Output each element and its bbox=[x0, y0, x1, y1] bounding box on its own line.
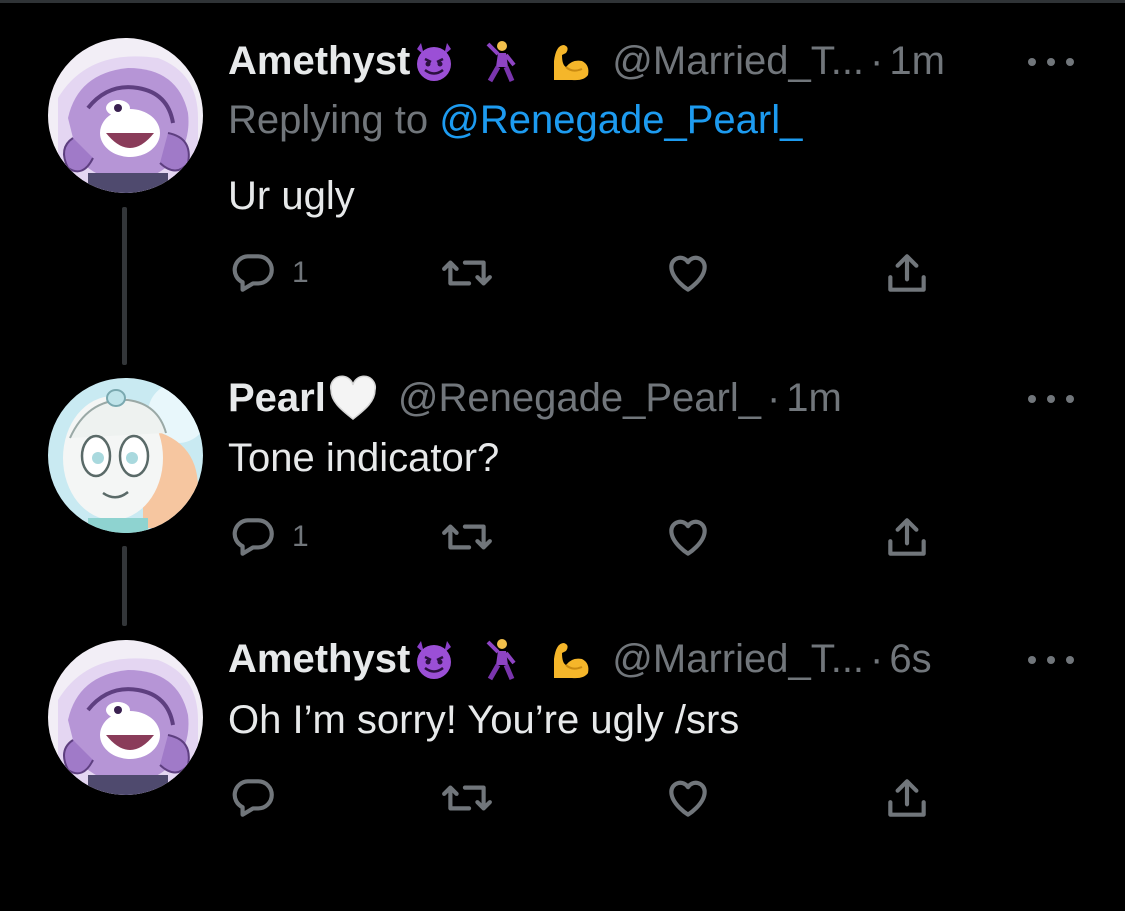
replying-to: Replying to @Renegade_Pearl_ bbox=[228, 95, 802, 145]
thread-connector bbox=[122, 546, 127, 626]
tweet-header: Amethyst @Married_T... bbox=[228, 36, 945, 86]
retweet-icon bbox=[442, 785, 492, 811]
tweet-text: Ur ugly bbox=[228, 174, 355, 218]
reply-mention-link[interactable]: @Renegade_Pearl_ bbox=[439, 98, 802, 142]
share-button[interactable] bbox=[882, 773, 932, 823]
avatar-pearl[interactable] bbox=[48, 378, 203, 533]
like-button[interactable] bbox=[663, 248, 713, 298]
reply-button[interactable] bbox=[228, 773, 292, 823]
display-name[interactable]: Amethyst bbox=[228, 36, 410, 86]
share-icon bbox=[888, 518, 926, 556]
tweet-text: Tone indicator? bbox=[228, 436, 500, 480]
white-heart-emoji bbox=[328, 375, 378, 421]
like-button[interactable] bbox=[663, 773, 713, 823]
share-icon bbox=[888, 779, 926, 817]
man-dancing-emoji bbox=[480, 637, 524, 681]
reply-count: 1 bbox=[292, 256, 309, 289]
tweet-text: Oh I’m sorry! You’re ugly /srs bbox=[228, 698, 740, 742]
action-bar: 1 bbox=[228, 512, 948, 562]
display-name[interactable]: Amethyst bbox=[228, 634, 410, 684]
share-button[interactable] bbox=[882, 248, 932, 298]
more-icon[interactable] bbox=[1028, 52, 1074, 72]
more-icon[interactable] bbox=[1028, 650, 1074, 670]
smiling-imp-emoji bbox=[412, 39, 456, 83]
display-name[interactable]: Pearl bbox=[228, 373, 326, 423]
top-divider bbox=[0, 0, 1125, 3]
share-button[interactable] bbox=[882, 512, 932, 562]
flexed-biceps-emoji bbox=[548, 39, 592, 83]
retweet-button[interactable] bbox=[440, 512, 494, 562]
flexed-biceps-emoji bbox=[548, 637, 592, 681]
retweet-button[interactable] bbox=[440, 248, 494, 298]
separator-dot: · bbox=[766, 376, 781, 420]
smiling-imp-emoji bbox=[412, 637, 456, 681]
user-handle[interactable]: @Renegade_Pearl_ bbox=[398, 373, 761, 423]
timestamp[interactable]: 1m bbox=[786, 373, 842, 423]
reply-button[interactable]: 1 bbox=[228, 512, 309, 562]
user-handle[interactable]: @Married_T... bbox=[612, 634, 864, 684]
retweet-icon bbox=[442, 524, 492, 550]
thread-connector bbox=[122, 207, 127, 365]
like-icon bbox=[669, 519, 707, 556]
action-bar bbox=[228, 773, 948, 823]
reply-icon bbox=[232, 254, 274, 292]
user-handle[interactable]: @Married_T... bbox=[612, 36, 864, 86]
like-icon bbox=[669, 255, 707, 292]
separator-dot: · bbox=[870, 637, 884, 681]
avatar-amethyst[interactable] bbox=[48, 640, 203, 795]
tweet-header: Pearl @Renegade_Pearl_ · 1m bbox=[228, 373, 842, 423]
man-dancing-emoji bbox=[480, 39, 524, 83]
reply-count: 1 bbox=[292, 520, 309, 553]
more-icon[interactable] bbox=[1028, 389, 1074, 409]
reply-prefix: Replying to bbox=[228, 98, 429, 142]
avatar-amethyst[interactable] bbox=[48, 38, 203, 193]
tweet-header: Amethyst @Married_T... bbox=[228, 634, 932, 684]
share-icon bbox=[888, 254, 926, 292]
like-icon bbox=[669, 780, 707, 817]
timestamp[interactable]: 1m bbox=[889, 36, 945, 86]
action-bar: 1 bbox=[228, 248, 948, 298]
retweet-icon bbox=[442, 260, 492, 286]
retweet-button[interactable] bbox=[440, 773, 494, 823]
like-button[interactable] bbox=[663, 512, 713, 562]
reply-icon bbox=[232, 518, 274, 556]
reply-button[interactable]: 1 bbox=[228, 248, 309, 298]
timestamp[interactable]: 6s bbox=[889, 634, 931, 684]
reply-icon bbox=[232, 779, 274, 817]
separator-dot: · bbox=[870, 39, 884, 83]
